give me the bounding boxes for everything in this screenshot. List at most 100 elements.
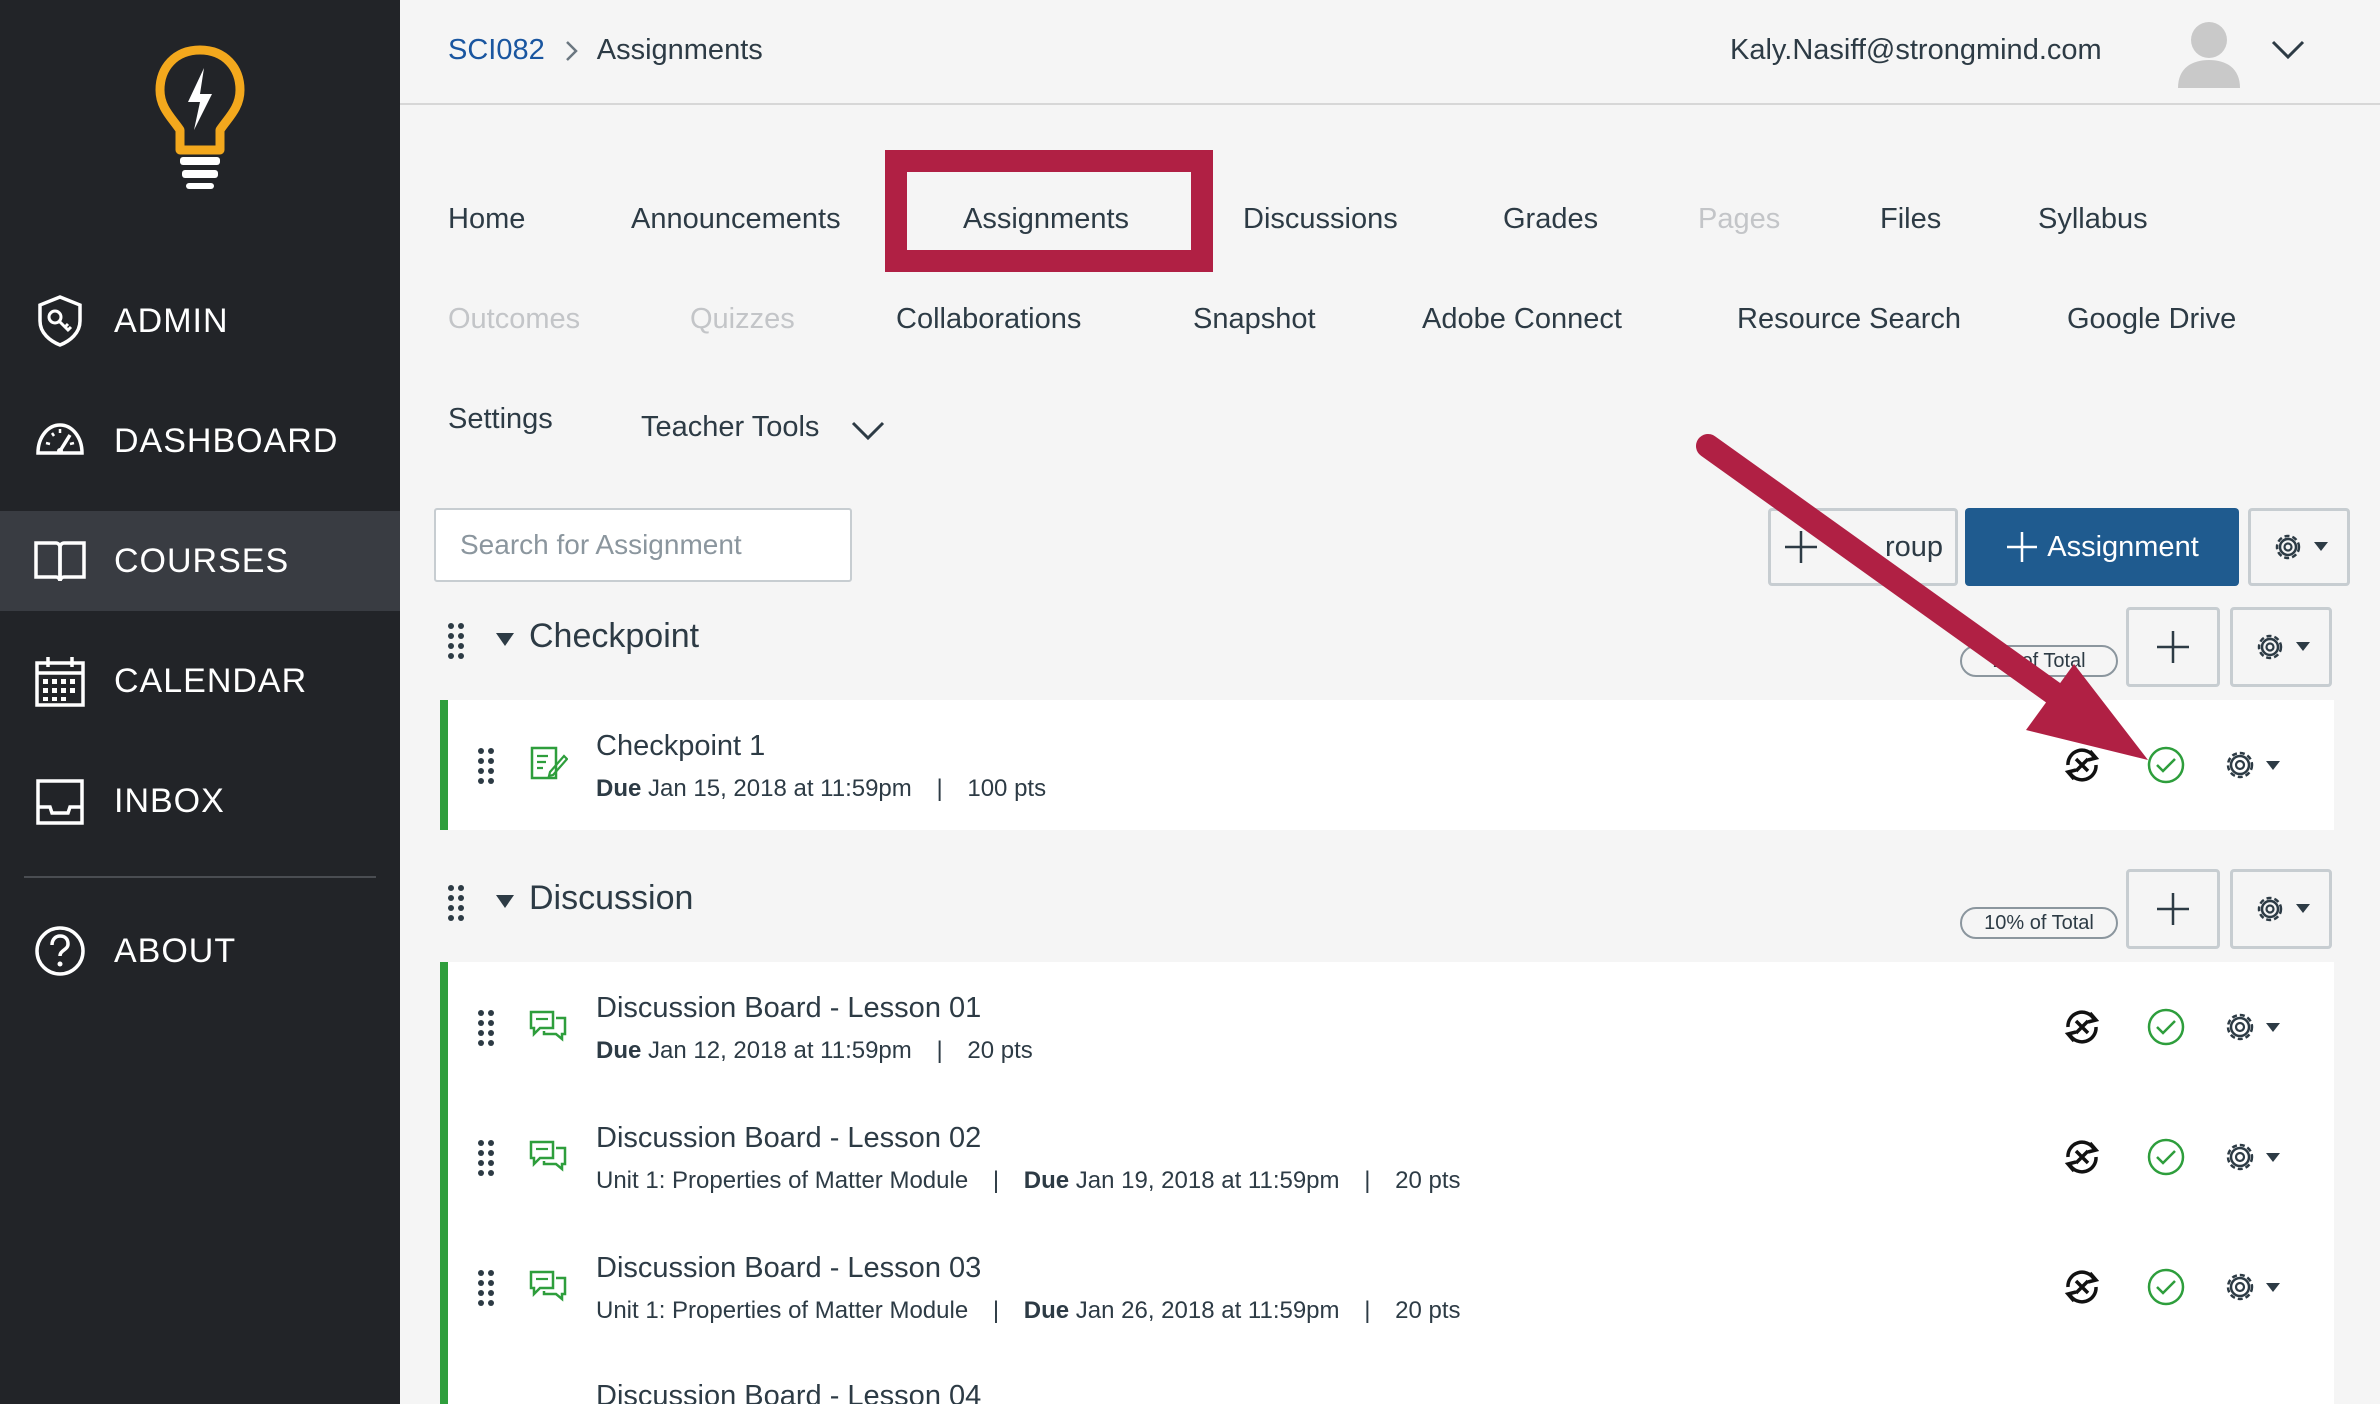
open-book-icon (34, 541, 86, 582)
meta-separator: | (992, 1167, 1000, 1194)
due-label: Due (1023, 1297, 1070, 1324)
due-label: Due (1023, 1167, 1070, 1194)
course-nav-snapshot[interactable]: Snapshot (1193, 303, 1316, 336)
published-check-icon[interactable] (2146, 745, 2186, 785)
module-name: Unit 1: Properties of Matter Module (596, 1167, 969, 1194)
drag-handle-icon[interactable] (476, 1268, 496, 1308)
plus-icon (2007, 532, 2038, 562)
assignments-settings-button[interactable] (2248, 508, 2350, 586)
course-nav-files[interactable]: Files (1880, 203, 1941, 236)
course-nav-adobe-connect[interactable]: Adobe Connect (1422, 303, 1622, 336)
sync-blocked-icon[interactable] (2062, 1007, 2102, 1047)
caret-down-icon[interactable] (496, 633, 514, 647)
drag-handle-icon[interactable] (476, 1138, 496, 1178)
published-check-icon[interactable] (2146, 1007, 2186, 1047)
speedometer-icon (36, 423, 84, 455)
breadcrumb-current: Assignments (596, 34, 763, 66)
course-nav-resource-search[interactable]: Resource Search (1737, 303, 1961, 336)
add-assignment-button[interactable]: Assignment (1965, 508, 2239, 586)
course-nav-settings[interactable]: Settings (448, 403, 553, 436)
published-check-icon[interactable] (2146, 1267, 2186, 1307)
sidebar-item-courses[interactable]: COURSES (0, 511, 400, 611)
add-assignment-to-group-button[interactable] (2126, 607, 2220, 687)
assignment-title-link[interactable]: Discussion Board - Lesson 03 (596, 1252, 981, 1285)
drag-handle-icon[interactable] (476, 1008, 496, 1048)
drag-handle-icon[interactable] (476, 746, 496, 786)
sidebar-item-inbox[interactable]: INBOX (0, 751, 400, 851)
sidebar-item-label: DASHBOARD (114, 421, 339, 460)
course-nav-teacher-tools[interactable]: Teacher Tools (641, 411, 819, 444)
user-email[interactable]: Kaly.Nasiff@strongmind.com (1730, 34, 2102, 67)
meta-separator: | (936, 1037, 943, 1064)
add-assignment-to-group-button[interactable] (2126, 869, 2220, 949)
assignment-row[interactable]: Discussion Board - Lesson 01 Due Jan 12,… (440, 962, 2334, 1092)
course-nav-home[interactable]: Home (448, 203, 525, 236)
sidebar-item-admin[interactable]: ADMIN (0, 271, 400, 371)
add-group-button[interactable]: roup (1768, 508, 1958, 586)
breadcrumb-course-link[interactable]: SCI082 (448, 34, 545, 67)
question-circle-icon (35, 926, 85, 976)
published-check-icon[interactable] (2146, 1137, 2186, 1177)
assignment-group-checkpoint: Checkpoint 1 of Total (400, 595, 2350, 687)
group-title[interactable]: Discussion (529, 879, 693, 918)
top-bar: SCI082 Assignments Kaly.Nasiff@strongmin… (400, 0, 2380, 105)
assignment-meta: Due Jan 12, 2018 at 11:59pm | 20 pts (596, 1037, 1033, 1065)
meta-separator: | (1364, 1297, 1371, 1324)
course-nav-google-drive[interactable]: Google Drive (2067, 303, 2236, 336)
assignment-row[interactable]: Checkpoint 1 Due Jan 15, 2018 at 11:59pm… (440, 700, 2334, 830)
plus-icon (1784, 531, 1817, 563)
drag-handle-icon[interactable] (446, 621, 466, 661)
meta-separator: | (936, 775, 943, 802)
group-settings-button[interactable] (2230, 607, 2332, 687)
assignment-row[interactable]: Discussion Board - Lesson 02 Unit 1: Pro… (440, 1092, 2334, 1222)
caret-down-icon (2314, 542, 2328, 551)
assignment-row[interactable]: Discussion Board - Lesson 04 (440, 1352, 2334, 1404)
course-nav-discussions[interactable]: Discussions (1243, 203, 1398, 236)
assignment-title-link[interactable]: Checkpoint 1 (596, 730, 765, 763)
course-nav-outcomes[interactable]: Outcomes (448, 303, 580, 336)
sidebar-item-label: ADMIN (114, 301, 229, 340)
course-nav-announcements[interactable]: Announcements (631, 203, 841, 236)
highlight-box (885, 150, 1213, 272)
course-nav-collaborations[interactable]: Collaborations (896, 303, 1081, 336)
sidebar: ADMIN DASHBOARD COURSES CALENDAR INBOX A… (0, 0, 400, 1404)
assignment-title-link[interactable]: Discussion Board - Lesson 04 (596, 1380, 981, 1404)
assignment-title-link[interactable]: Discussion Board - Lesson 02 (596, 1122, 981, 1155)
course-nav-pages[interactable]: Pages (1698, 203, 1780, 236)
gear-icon[interactable] (2222, 1267, 2292, 1307)
group-title[interactable]: Checkpoint (529, 617, 699, 656)
sync-blocked-icon[interactable] (2062, 1267, 2102, 1307)
course-nav-grades[interactable]: Grades (1503, 203, 1598, 236)
assignment-group-discussion: Discussion 10% of Total (400, 857, 2350, 949)
assignment-row[interactable]: Discussion Board - Lesson 03 Unit 1: Pro… (440, 1222, 2334, 1352)
course-nav-syllabus[interactable]: Syllabus (2038, 203, 2148, 236)
sync-blocked-icon[interactable] (2062, 1137, 2102, 1177)
gear-icon[interactable] (2222, 745, 2292, 785)
assignment-title-link[interactable]: Discussion Board - Lesson 01 (596, 992, 981, 1025)
assignment-edit-icon (530, 746, 568, 780)
course-nav-quizzes[interactable]: Quizzes (690, 303, 795, 336)
group-weight-badge: 10% of Total (1960, 907, 2118, 939)
sidebar-item-label: ABOUT (114, 931, 237, 970)
search-assignment-input[interactable] (434, 508, 852, 582)
sidebar-item-dashboard[interactable]: DASHBOARD (0, 391, 400, 491)
group-weight-badge: 1 of Total (1960, 645, 2118, 677)
sidebar-item-calendar[interactable]: CALENDAR (0, 631, 400, 731)
lightbulb-logo-icon[interactable] (150, 40, 250, 190)
weight-text: of Total (2021, 649, 2086, 672)
caret-down-icon (2296, 904, 2310, 913)
sync-blocked-icon[interactable] (2062, 745, 2102, 785)
meta-separator: | (1364, 1167, 1371, 1194)
sidebar-item-about[interactable]: ABOUT (0, 901, 400, 1001)
drag-handle-icon[interactable] (446, 883, 466, 923)
meta-separator: | (992, 1297, 1000, 1324)
gear-icon[interactable] (2222, 1137, 2292, 1177)
gear-icon[interactable] (2222, 1007, 2292, 1047)
inbox-tray-icon (36, 779, 84, 825)
group-settings-button[interactable] (2230, 869, 2332, 949)
avatar[interactable] (2174, 16, 2244, 88)
chevron-down-icon[interactable] (2270, 36, 2306, 64)
chevron-down-icon[interactable] (850, 418, 886, 444)
caret-down-icon[interactable] (496, 895, 514, 909)
gear-icon (2275, 534, 2301, 560)
